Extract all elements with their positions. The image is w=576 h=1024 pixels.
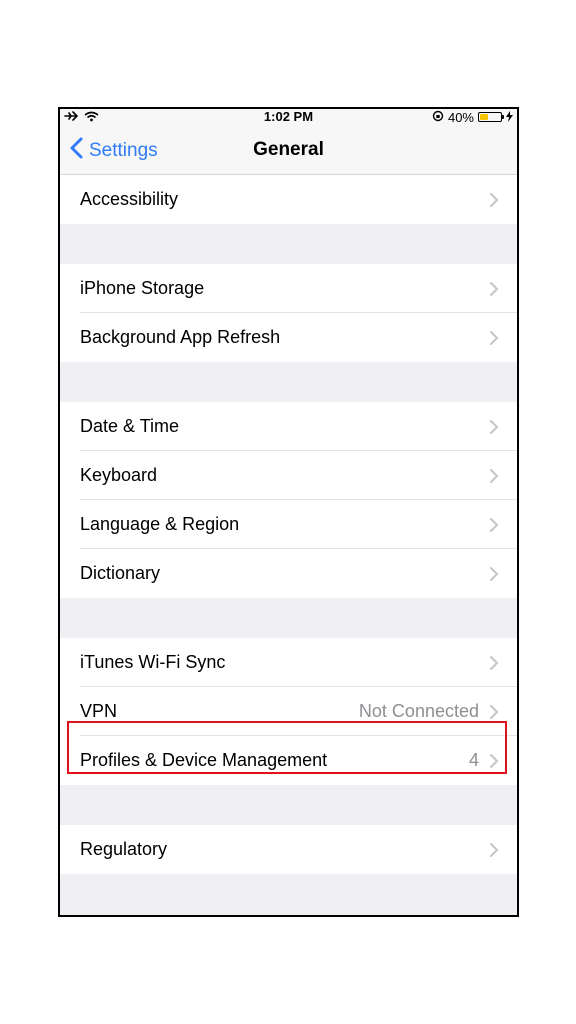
row-label: iTunes Wi-Fi Sync — [80, 652, 226, 672]
row-iphone-storage[interactable]: iPhone Storage — [60, 264, 517, 313]
settings-group-accessibility: Accessibility — [60, 175, 517, 224]
status-bar: 1:02 PM 40% — [60, 109, 517, 125]
phone-screen: 1:02 PM 40% Settings General Accessibili… — [58, 107, 519, 917]
settings-group-regulatory: Regulatory — [60, 825, 517, 874]
group-spacer — [60, 785, 517, 825]
settings-group-locale: Date & Time Keyboard Language & Region D… — [60, 402, 517, 598]
row-dictionary[interactable]: Dictionary — [60, 549, 517, 598]
row-value: 4 — [468, 750, 479, 770]
row-label: Background App Refresh — [80, 327, 281, 347]
row-vpn[interactable]: VPN Not Connected — [60, 687, 517, 736]
row-date-time[interactable]: Date & Time — [60, 402, 517, 451]
row-keyboard[interactable]: Keyboard — [60, 451, 517, 500]
settings-group-network: iTunes Wi-Fi Sync VPN Not Connected Prof… — [60, 638, 517, 785]
status-right: 40% — [432, 109, 513, 125]
settings-group-storage: iPhone Storage Background App Refresh — [60, 264, 517, 362]
row-label: Accessibility — [80, 189, 179, 209]
chevron-right-icon — [490, 281, 499, 296]
row-itunes-wifi-sync[interactable]: iTunes Wi-Fi Sync — [60, 638, 517, 687]
chevron-right-icon — [490, 468, 499, 483]
group-spacer — [60, 362, 517, 402]
battery-cap — [502, 115, 504, 119]
row-profiles-device-management[interactable]: Profiles & Device Management 4 — [60, 736, 517, 785]
row-background-app-refresh[interactable]: Background App Refresh — [60, 313, 517, 362]
group-spacer — [60, 874, 517, 914]
settings-list: Accessibility iPhone Storage Background … — [60, 175, 517, 914]
row-label: Regulatory — [80, 839, 168, 859]
orientation-lock-icon — [432, 110, 444, 125]
row-accessibility[interactable]: Accessibility — [60, 175, 517, 224]
row-language-region[interactable]: Language & Region — [60, 500, 517, 549]
chevron-right-icon — [490, 566, 499, 581]
group-spacer — [60, 598, 517, 638]
chevron-right-icon — [490, 517, 499, 532]
row-regulatory[interactable]: Regulatory — [60, 825, 517, 874]
chevron-right-icon — [490, 753, 499, 768]
row-label: Keyboard — [80, 465, 158, 485]
chevron-right-icon — [490, 704, 499, 719]
battery-percent: 40% — [447, 109, 474, 125]
chevron-right-icon — [490, 192, 499, 207]
chevron-right-icon — [490, 842, 499, 857]
battery-icon — [478, 112, 504, 122]
page-title: General — [253, 139, 324, 160]
row-label: VPN — [80, 701, 118, 721]
row-label: Dictionary — [80, 563, 161, 583]
row-label: iPhone Storage — [80, 278, 205, 298]
chevron-right-icon — [490, 330, 499, 345]
navigation-bar: Settings General — [60, 125, 517, 175]
chevron-right-icon — [490, 419, 499, 434]
row-label: Date & Time — [80, 416, 180, 436]
row-label: Profiles & Device Management — [80, 750, 328, 770]
row-value: Not Connected — [358, 701, 479, 721]
group-spacer — [60, 224, 517, 264]
battery-fill — [480, 114, 488, 120]
row-label: Language & Region — [80, 514, 240, 534]
charging-bolt-icon — [506, 110, 513, 125]
chevron-right-icon — [490, 655, 499, 670]
